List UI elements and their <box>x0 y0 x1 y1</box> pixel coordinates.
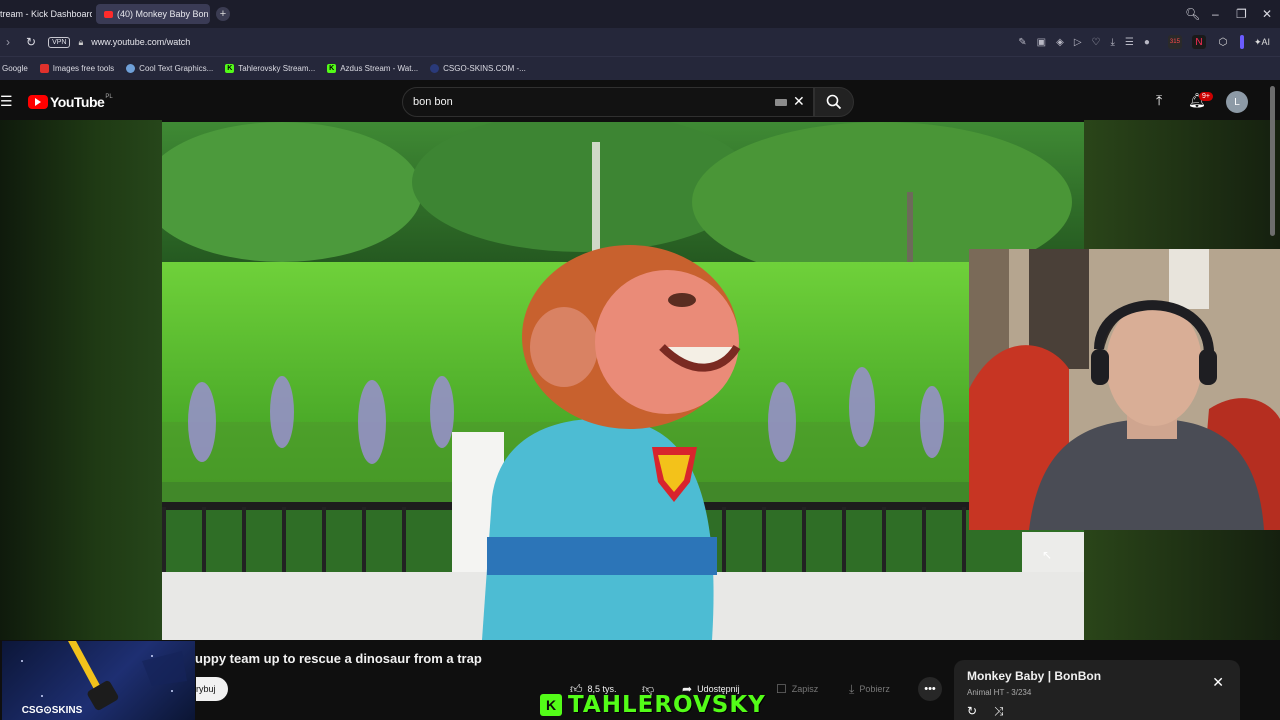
reload-icon[interactable]: ↻ <box>26 35 36 49</box>
shield-icon[interactable]: ◈ <box>1056 37 1064 48</box>
subscribe-button[interactable]: rybuj <box>196 677 228 701</box>
download-icon[interactable]: ⤓ <box>1111 37 1115 48</box>
youtube-favicon-icon <box>104 10 113 18</box>
profile-icon[interactable]: ● <box>1144 37 1150 48</box>
search-button[interactable] <box>814 87 854 117</box>
video-frame-monkey <box>162 122 1084 640</box>
hamburger-menu-icon[interactable]: ☰ <box>0 93 13 110</box>
screen: tream - Kick Dashboard (40) Monkey Baby … <box>0 0 1280 720</box>
playlist-subtitle: Animal HT - 3/234 <box>967 688 1032 697</box>
search-input[interactable]: bon bon ✕ <box>402 87 814 117</box>
sponsor-overlay-csgo-skins: CSG⊙SKINS <box>2 641 195 720</box>
minimize-icon[interactable]: – <box>1212 0 1219 28</box>
menu-list-icon[interactable]: ☰ <box>1125 37 1134 48</box>
avatar[interactable]: L <box>1226 91 1248 113</box>
tab-kick-dashboard[interactable]: tream - Kick Dashboard <box>0 4 92 24</box>
browser-tab-bar: tream - Kick Dashboard (40) Monkey Baby … <box>0 0 1280 28</box>
country-code: PL <box>105 94 113 100</box>
download-icon: ⤓ <box>849 681 855 696</box>
address-bar: › ↻ VPN 🔒︎ www.youtube.com/watch ✎ ▣ ◈ ▷… <box>0 28 1280 56</box>
bookmark-label: Images free tools <box>52 64 115 73</box>
new-tab-button[interactable]: + <box>216 7 230 21</box>
playlist-title[interactable]: Monkey Baby | BonBon <box>967 669 1101 683</box>
clear-search-icon[interactable]: ✕ <box>793 93 805 110</box>
bookmark-tahlerovsky-stream[interactable]: K Tahlerovsky Stream... <box>225 64 315 73</box>
bookmark-label: Google <box>2 64 28 73</box>
close-window-icon[interactable]: ✕ <box>1262 0 1272 28</box>
mouse-cursor-icon: ↖ <box>1042 548 1053 562</box>
tab-label: (40) Monkey Baby Bon Bo <box>117 9 210 19</box>
playlist-panel: Monkey Baby | BonBon Animal HT - 3/234 ✕… <box>954 660 1240 720</box>
more-dots-icon: ••• <box>924 683 936 695</box>
restore-icon[interactable]: ❐ <box>1236 0 1247 28</box>
youtube-play-icon <box>28 95 48 109</box>
tab-search-icon[interactable]: 🔍︎ <box>1185 0 1200 28</box>
logo-text: YouTube <box>50 94 105 110</box>
bookmark-label: Tahlerovsky Stream... <box>238 64 316 73</box>
bookmark-icon <box>126 64 136 73</box>
bookmark-cool-text[interactable]: Cool Text Graphics... <box>126 64 213 73</box>
kick-logo-icon: K <box>225 64 235 73</box>
youtube-header: ☰ YouTube PL bon bon ✕ ⤒ 🔔︎ 9+ L <box>0 84 1280 120</box>
loop-icon[interactable]: ↻ <box>967 704 977 718</box>
search-query: bon bon <box>413 96 453 108</box>
camera-icon[interactable]: ▣ <box>1037 37 1046 48</box>
youtube-logo[interactable]: YouTube PL <box>28 94 113 110</box>
page-scrollbar[interactable] <box>1270 86 1275 236</box>
upload-icon[interactable]: ⤒ <box>1156 92 1162 109</box>
bookmark-google[interactable]: Google <box>2 64 28 73</box>
bookmark-icon <box>39 64 49 73</box>
ambient-glow-left <box>0 120 162 640</box>
extensions-puzzle-icon[interactable]: ⬡ <box>1216 35 1230 49</box>
bookmark-icon: ☐ <box>776 682 787 696</box>
keyboard-icon[interactable] <box>775 99 787 106</box>
streamer-name: TAHLEROVSKY <box>568 692 766 718</box>
more-actions-button[interactable]: ••• <box>918 677 942 701</box>
kick-logo-icon: K <box>540 694 562 716</box>
video-player[interactable] <box>162 122 1084 640</box>
streamer-webcam <box>969 249 1280 530</box>
webcam-frame <box>969 249 1280 530</box>
notification-badge: 9+ <box>1199 92 1213 101</box>
sponsor-text: CSG⊙SKINS <box>21 705 83 716</box>
search-icon <box>826 94 842 110</box>
ai-label: AI <box>1261 36 1270 47</box>
bookmark-label: CSGO-SKINS.COM -... <box>443 64 526 73</box>
tab-label: tream - Kick Dashboard <box>0 9 92 19</box>
save-button[interactable]: ☐ Zapisz <box>776 677 818 701</box>
lock-icon[interactable]: 🔒︎ <box>78 37 83 48</box>
shuffle-icon[interactable]: ⤨ <box>994 704 1004 719</box>
vpn-badge[interactable]: VPN <box>48 36 71 48</box>
bookmarks-bar: Google Images free tools Cool Text Graph… <box>0 56 1280 80</box>
streamer-name-overlay: K TAHLEROVSKY <box>540 692 766 718</box>
play-icon[interactable]: ▷ <box>1074 37 1082 48</box>
url-field[interactable]: www.youtube.com/watch <box>91 37 190 47</box>
address-bar-actions: ✎ ▣ ◈ ▷ ♡ ⤓ ☰ ● 315 N ⬡ ✦AI <box>1018 28 1280 56</box>
ai-button[interactable]: ✦AI <box>1254 37 1270 48</box>
bookmark-images-free-tools[interactable]: Images free tools <box>39 64 115 73</box>
forward-icon[interactable]: › <box>6 35 10 49</box>
plus-icon: + <box>219 8 227 20</box>
bookmark-azdus-stream[interactable]: K Azdus Stream - Wat... <box>327 64 418 73</box>
bookmark-icon <box>430 64 440 73</box>
kick-logo-icon: K <box>327 64 337 73</box>
tab-youtube-active[interactable]: (40) Monkey Baby Bon Bo <box>96 4 210 24</box>
save-label: Zapisz <box>791 684 819 694</box>
heart-icon[interactable]: ♡ <box>1092 37 1101 48</box>
close-playlist-icon[interactable]: ✕ <box>1212 674 1224 691</box>
edit-icon[interactable]: ✎ <box>1018 37 1026 48</box>
bookmark-csgo-skins[interactable]: CSGO-SKINS.COM -... <box>430 64 526 73</box>
video-title: uppy team up to rescue a dinosaur from a… <box>195 651 482 666</box>
extension-badge[interactable]: 315 <box>1167 35 1182 49</box>
bookmark-label: Azdus Stream - Wat... <box>340 64 419 73</box>
download-label: Pobierz <box>859 684 890 694</box>
sidebar-indicator-icon <box>1239 35 1244 49</box>
download-button[interactable]: ⤓ Pobierz <box>849 677 890 701</box>
extension-n-icon[interactable]: N <box>1191 35 1206 49</box>
bookmark-label: Cool Text Graphics... <box>139 64 214 73</box>
